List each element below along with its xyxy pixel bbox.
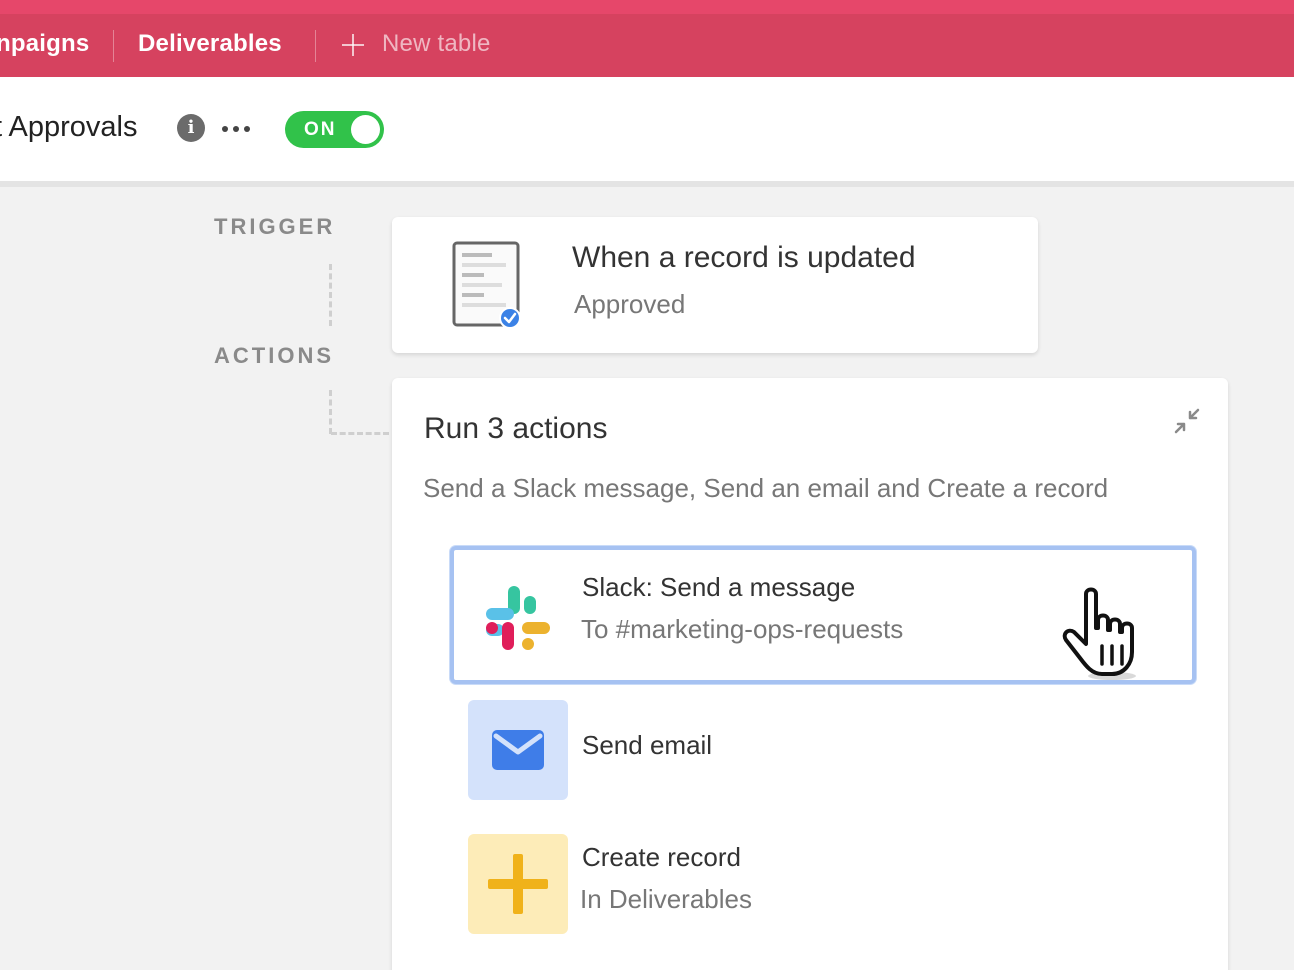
create-record-action-subtitle: In Deliverables xyxy=(580,884,752,914)
document-check-icon xyxy=(452,241,520,329)
header-divider xyxy=(0,181,1294,187)
connector-line xyxy=(329,264,332,326)
trigger-subtitle: Approved xyxy=(574,289,686,319)
actions-summary: Send a Slack message, Send an email and … xyxy=(423,473,1109,503)
email-action-title[interactable]: Send email xyxy=(582,730,712,761)
toggle-knob xyxy=(351,115,380,144)
tab-campaigns[interactable]: npaigns xyxy=(0,30,89,58)
collapse-icon[interactable] xyxy=(1172,406,1202,436)
slack-action-subtitle: To #marketing-ops-requests xyxy=(581,614,904,644)
create-record-action-icon-tile[interactable] xyxy=(468,834,568,934)
connector-line xyxy=(331,432,389,435)
actions-title: Run 3 actions xyxy=(424,412,608,445)
slack-action-title: Slack: Send a message xyxy=(582,572,856,602)
plus-icon[interactable] xyxy=(342,34,364,56)
automation-header: t Approvals i ON xyxy=(0,77,1294,181)
hand-cursor-icon xyxy=(1062,587,1136,680)
tab-divider xyxy=(315,30,316,62)
automation-title[interactable]: t Approvals xyxy=(0,111,137,144)
trigger-card[interactable]: When a record is updated Approved xyxy=(392,217,1038,353)
tab-divider xyxy=(113,30,114,62)
actions-label: ACTIONS xyxy=(214,343,334,368)
tab-deliverables[interactable]: Deliverables xyxy=(138,30,282,58)
connector-line xyxy=(329,390,332,434)
automation-toggle[interactable]: ON xyxy=(285,111,384,148)
trigger-title: When a record is updated xyxy=(572,241,916,274)
more-options-icon[interactable] xyxy=(220,115,254,141)
info-icon[interactable]: i xyxy=(177,114,205,142)
new-table-button[interactable]: New table xyxy=(382,30,491,58)
plus-icon xyxy=(488,854,548,914)
table-tab-bar: npaigns Deliverables New table xyxy=(0,0,1294,77)
email-action-icon-tile[interactable] xyxy=(468,700,568,800)
slack-logo-icon xyxy=(486,586,550,650)
toggle-label: ON xyxy=(304,119,337,140)
envelope-icon xyxy=(492,730,544,770)
create-record-action-title[interactable]: Create record xyxy=(582,842,741,873)
trigger-label: TRIGGER xyxy=(214,214,336,239)
